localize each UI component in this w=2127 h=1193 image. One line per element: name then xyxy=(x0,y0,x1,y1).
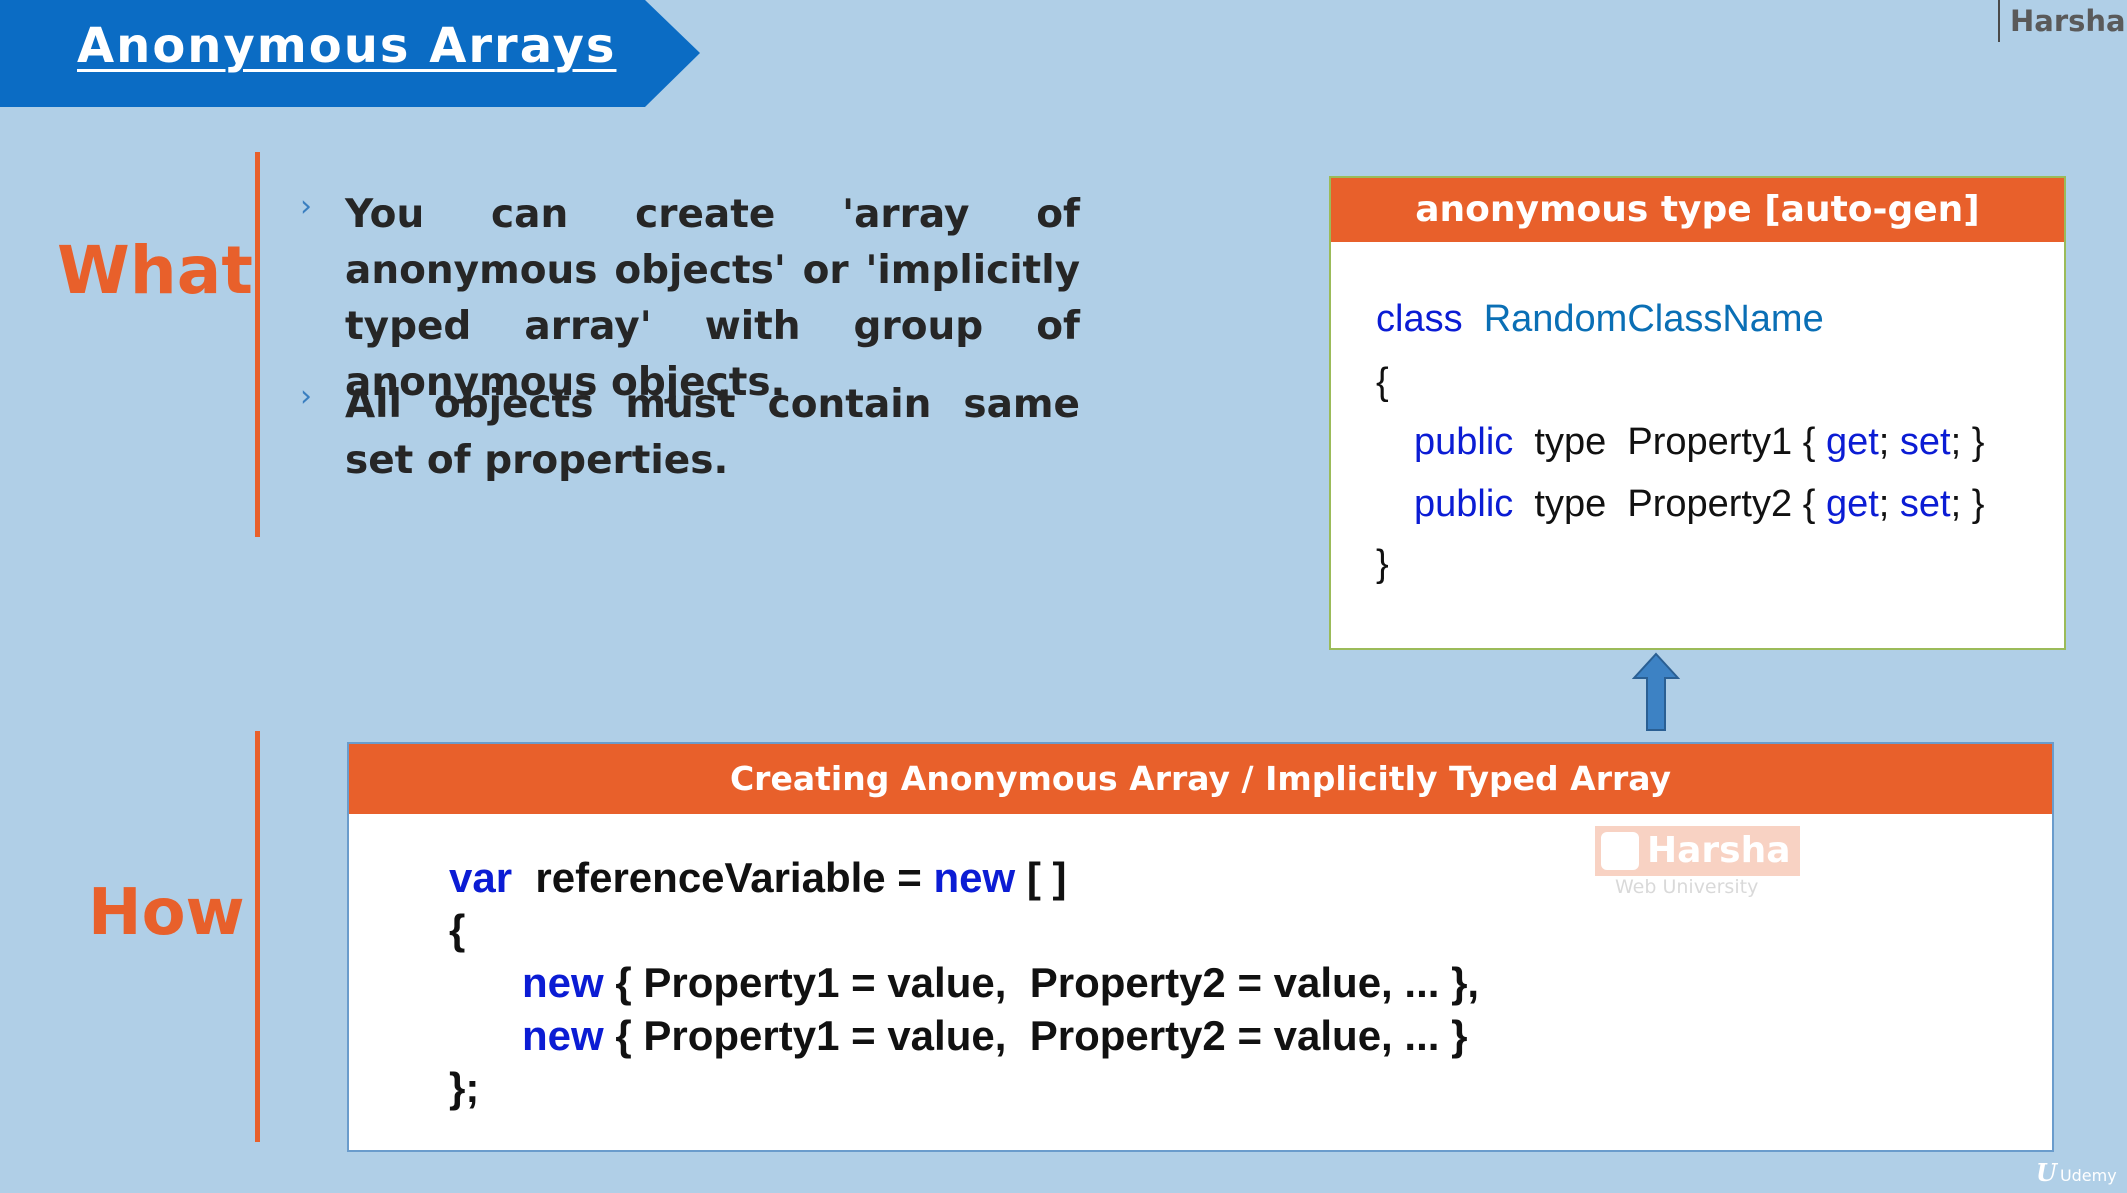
brand-divider xyxy=(1998,0,2000,42)
keyword-new: new xyxy=(933,854,1016,901)
anonymous-type-box: anonymous type [auto-gen] class RandomCl… xyxy=(1329,176,2066,650)
keyword-new: new xyxy=(522,959,604,1006)
keyword-set: set xyxy=(1899,421,1951,463)
property-name: Property1 xyxy=(1627,421,1793,463)
section-label-what: What xyxy=(57,232,253,309)
chevron-right-icon: › xyxy=(300,189,312,224)
bullet-text: All objects must contain same set of pro… xyxy=(345,382,1080,483)
creating-array-box: Creating Anonymous Array / Implicitly Ty… xyxy=(347,742,2054,1152)
code-close: }; xyxy=(449,1064,480,1111)
keyword-public: public xyxy=(1414,483,1514,525)
watermark-logo: Harsha Web University xyxy=(1595,826,1800,898)
item-text: { Property1 = value, Property2 = value, … xyxy=(615,959,1480,1006)
code-line-property2: public type Property2 { get; set; } xyxy=(1414,483,1984,526)
accessor-open: { xyxy=(1802,421,1816,463)
array-brackets: [ ] xyxy=(1026,854,1067,901)
udemy-icon: U xyxy=(2036,1158,2057,1187)
udemy-logo: U Udemy xyxy=(2036,1158,2117,1187)
up-arrow-icon xyxy=(1632,652,1680,731)
keyword-class: class xyxy=(1376,298,1463,340)
type-word: type xyxy=(1534,483,1607,525)
harsha-logo-icon xyxy=(1601,832,1639,870)
anonymous-type-header: anonymous type [auto-gen] xyxy=(1331,178,2064,242)
keyword-set: set xyxy=(1899,483,1951,525)
code-line-class: class RandomClassName xyxy=(1376,298,1824,341)
keyword-var: var xyxy=(449,854,513,901)
code-line-declaration: var referenceVariable = new [ ] xyxy=(449,854,1067,902)
accessor-close: } xyxy=(1971,483,1985,525)
keyword-get: get xyxy=(1825,421,1879,463)
code-line-item2: new { Property1 = value, Property2 = val… xyxy=(522,1012,1467,1060)
semicolon: ; xyxy=(1950,421,1962,463)
code-line-item1: new { Property1 = value, Property2 = val… xyxy=(522,959,1479,1007)
page-title: Anonymous Arrays xyxy=(77,18,617,74)
chevron-right-icon: › xyxy=(300,379,312,414)
keyword-public: public xyxy=(1414,421,1514,463)
udemy-text: Udemy xyxy=(2059,1166,2117,1185)
property-name: Property2 xyxy=(1627,483,1793,525)
code-open-brace: { xyxy=(449,906,466,953)
code-open-brace: { xyxy=(1376,361,1389,403)
watermark-subtitle: Web University xyxy=(1615,876,1759,898)
creating-array-header: Creating Anonymous Array / Implicitly Ty… xyxy=(349,744,2052,814)
watermark-name: Harsha xyxy=(1647,830,1791,871)
semicolon: ; xyxy=(1878,483,1890,525)
slide: Anonymous Arrays Harsha What › You can c… xyxy=(0,0,2127,1193)
code-close-brace: } xyxy=(1376,543,1389,585)
class-name: RandomClassName xyxy=(1483,298,1824,340)
watermark-badge: Harsha xyxy=(1595,826,1800,876)
code-line-property1: public type Property1 { get; set; } xyxy=(1414,421,1984,464)
keyword-get: get xyxy=(1825,483,1879,525)
what-divider-line xyxy=(255,152,260,537)
semicolon: ; xyxy=(1878,421,1890,463)
item-text: { Property1 = value, Property2 = value, … xyxy=(615,1012,1468,1059)
semicolon: ; xyxy=(1950,483,1962,525)
keyword-new: new xyxy=(522,1012,604,1059)
brand-name: Harsha xyxy=(2010,4,2126,38)
declaration-text: referenceVariable = xyxy=(535,854,922,901)
section-label-how: How xyxy=(88,876,245,950)
how-divider-line xyxy=(255,731,260,1142)
type-word: type xyxy=(1534,421,1607,463)
accessor-open: { xyxy=(1802,483,1816,525)
accessor-close: } xyxy=(1971,421,1985,463)
